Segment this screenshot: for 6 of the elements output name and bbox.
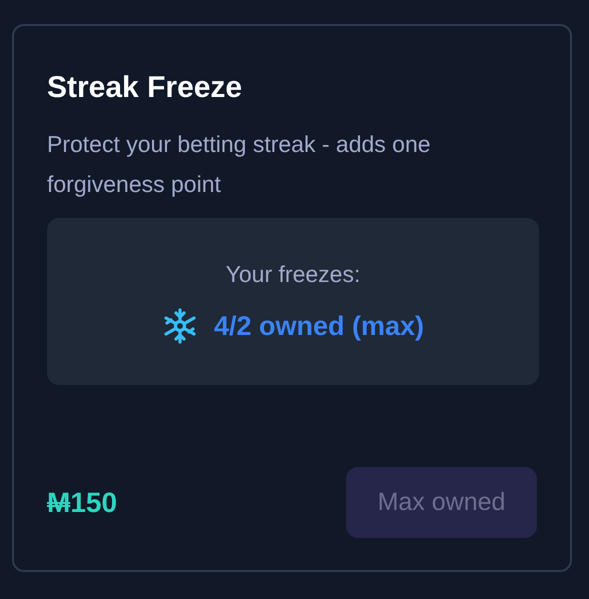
inventory-label: Your freezes: [226,260,360,289]
card-title: Streak Freeze [47,70,244,106]
card-description: Protect your betting streak - adds one forgiveness point [47,130,432,199]
inventory-count: 4/2 owned (max) [214,310,424,343]
price: M150 [47,486,118,520]
snowflake-icon [162,308,198,344]
